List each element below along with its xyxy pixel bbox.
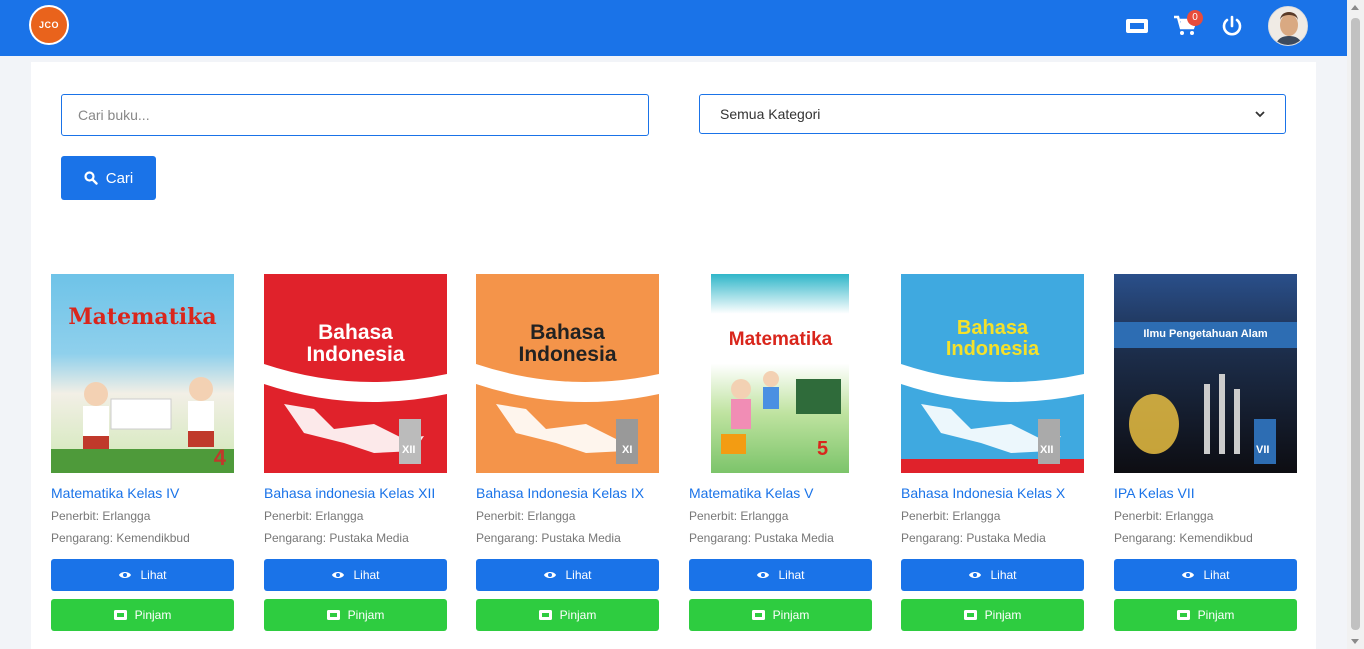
borrow-button[interactable]: Pinjam [901,599,1084,631]
scroll-down-arrow-icon[interactable] [1351,639,1359,644]
borrow-button-label: Pinjam [1197,608,1235,622]
book-author: Pengarang: Pustaka Media [901,531,1046,545]
view-button[interactable]: Lihat [51,559,234,591]
cover-grade: 4 [213,445,226,470]
book-title[interactable]: Bahasa indonesia Kelas XII [264,485,447,501]
eye-icon [969,572,982,578]
book-author: Pengarang: Pustaka Media [689,531,834,545]
book-cover[interactable]: Bahasa Indonesia XII [264,274,447,473]
search-button-label: Cari [105,169,134,187]
view-button-label: Lihat [990,568,1017,582]
view-button[interactable]: Lihat [264,559,447,591]
page-scrollbar[interactable] [1347,0,1364,649]
cart-badge: 0 [1187,10,1203,26]
book-card: Bahasa Indonesia XII Bahasa Indonesia Ke… [901,274,1084,631]
borrow-button[interactable]: Pinjam [689,599,872,631]
ticket-icon [538,610,552,620]
book-title[interactable]: Bahasa Indonesia Kelas IX [476,485,659,501]
book-card: Matematika 4 Matematika Kelas IV Penerbi… [51,274,234,631]
borrow-button-label: Pinjam [134,608,172,622]
book-card: Ilmu Pengetahuan Alam VII IPA Kelas VII … [1114,274,1297,631]
view-button-label: Lihat [1203,568,1230,582]
borrow-button[interactable]: Pinjam [264,599,447,631]
view-button[interactable]: Lihat [901,559,1084,591]
cover-grade: 5 [817,438,829,460]
borrow-button-label: Pinjam [559,608,597,622]
eye-icon [757,572,770,578]
book-title[interactable]: Matematika Kelas IV [51,485,234,501]
cover-title: Bahasa Indonesia [518,321,617,366]
borrow-button[interactable]: Pinjam [476,599,659,631]
view-button[interactable]: Lihat [689,559,872,591]
borrow-button-label: Pinjam [984,608,1022,622]
borrow-button[interactable]: Pinjam [51,599,234,631]
book-publisher: Penerbit: Erlangga [51,509,151,523]
book-cover[interactable]: Matematika 4 [51,274,234,473]
view-button-label: Lihat [353,568,380,582]
book-author: Pengarang: Pustaka Media [264,531,409,545]
book-title[interactable]: IPA Kelas VII [1114,485,1297,501]
category-select[interactable]: Semua Kategori [699,94,1286,134]
cover-title: Bahasa Indonesia [945,317,1040,360]
cover-grade: XI [622,444,633,456]
book-author: Pengarang: Pustaka Media [476,531,621,545]
book-cover[interactable]: Ilmu Pengetahuan Alam VII [1114,274,1297,473]
book-publisher: Penerbit: Erlangga [476,509,576,523]
cover-grade: VII [1256,444,1270,456]
chevron-down-icon [1255,110,1265,117]
ticket-icon [751,610,765,620]
book-card: Bahasa Indonesia XII Bahasa indonesia Ke… [264,274,447,631]
scroll-up-arrow-icon[interactable] [1351,5,1359,10]
ticket-icon [113,610,127,620]
book-cover[interactable]: Bahasa Indonesia XI [476,274,659,473]
logo[interactable]: JCO [29,5,69,45]
eye-icon [544,572,557,578]
book-cover[interactable]: Bahasa Indonesia XII [901,274,1084,473]
view-button-label: Lihat [565,568,592,582]
eye-icon [332,572,345,578]
borrow-button-label: Pinjam [772,608,810,622]
search-button[interactable]: Cari [61,156,156,200]
cover-title: Matematika [728,329,833,350]
eye-icon [1182,572,1195,578]
cover-title: Bahasa Indonesia [306,321,405,366]
book-card: Matematika 5 Matematika Kelas V Penerbit… [689,274,872,631]
borrow-button[interactable]: Pinjam [1114,599,1297,631]
user-avatar[interactable] [1268,6,1308,46]
ticket-icon [326,610,340,620]
search-icon [84,171,98,185]
book-card: Bahasa Indonesia XI Bahasa Indonesia Kel… [476,274,659,631]
book-publisher: Penerbit: Erlangga [901,509,1001,523]
cover-title: Ilmu Pengetahuan Alam [1143,328,1268,340]
ticket-icon [1176,610,1190,620]
category-selected-value: Semua Kategori [720,106,821,122]
cover-title: Matematika [68,304,217,330]
top-navbar: JCO 0 [0,0,1347,56]
book-title[interactable]: Bahasa Indonesia Kelas X [901,485,1084,501]
eye-icon [119,572,132,578]
search-input[interactable] [61,94,649,136]
book-title[interactable]: Matematika Kelas V [689,485,872,501]
view-button-label: Lihat [140,568,167,582]
cover-grade: XII [1040,444,1054,456]
view-button-label: Lihat [778,568,805,582]
cover-grade: XII [402,444,416,456]
power-icon[interactable] [1219,13,1245,39]
borrow-button-label: Pinjam [347,608,385,622]
book-publisher: Penerbit: Erlangga [689,509,789,523]
logo-text: JCO [38,20,59,30]
book-publisher: Penerbit: Erlangga [264,509,364,523]
book-publisher: Penerbit: Erlangga [1114,509,1214,523]
ticket-icon[interactable] [1124,13,1150,39]
scroll-thumb[interactable] [1351,18,1360,630]
view-button[interactable]: Lihat [1114,559,1297,591]
book-author: Pengarang: Kemendikbud [51,531,190,545]
ticket-icon [963,610,977,620]
view-button[interactable]: Lihat [476,559,659,591]
book-cover[interactable]: Matematika 5 [689,274,872,473]
book-author: Pengarang: Kemendikbud [1114,531,1253,545]
